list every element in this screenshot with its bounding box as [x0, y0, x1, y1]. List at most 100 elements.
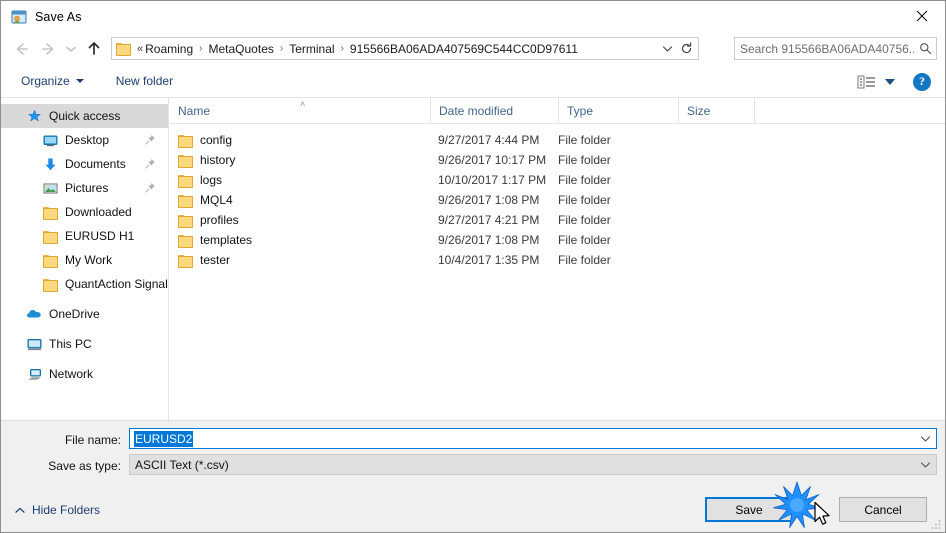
file-name-input[interactable]: EURUSD2: [129, 428, 937, 449]
close-button[interactable]: [899, 1, 945, 31]
file-name-label: profiles: [200, 213, 239, 227]
column-header-date-modified[interactable]: Date modified: [430, 98, 558, 124]
onedrive-cloud-icon: [25, 305, 43, 323]
sidebar-item-onedrive[interactable]: OneDrive: [1, 302, 168, 326]
this-pc-icon: [25, 335, 43, 353]
table-row[interactable]: templates 9/26/2017 1:08 PM File folder: [170, 230, 945, 250]
navigation-pane: Quick access Desktop Documents Pictures …: [1, 98, 169, 420]
save-as-type-select[interactable]: ASCII Text (*.csv): [129, 454, 937, 475]
sidebar-item-label: Network: [49, 367, 94, 381]
file-date-cell: 9/26/2017 1:08 PM: [438, 193, 540, 207]
pin-icon[interactable]: [145, 182, 156, 193]
column-header-type[interactable]: Type: [558, 98, 678, 124]
file-date-cell: 10/4/2017 1:35 PM: [438, 253, 540, 267]
table-row[interactable]: logs 10/10/2017 1:17 PM File folder: [170, 170, 945, 190]
file-name-label: templates: [200, 233, 253, 247]
file-name-cell: MQL4: [178, 193, 233, 208]
view-layout-icon[interactable]: [857, 73, 879, 91]
sidebar-item-downloaded[interactable]: Downloaded: [1, 200, 168, 224]
cancel-button[interactable]: Cancel: [839, 497, 927, 522]
column-header-label: Name: [178, 104, 211, 118]
table-row[interactable]: tester 10/4/2017 1:35 PM File folder: [170, 250, 945, 270]
folder-icon: [41, 227, 59, 245]
table-row[interactable]: profiles 9/27/2017 4:21 PM File folder: [170, 210, 945, 230]
chevron-down-icon[interactable]: [914, 455, 936, 474]
chevron-down-icon[interactable]: [914, 429, 936, 448]
file-name-cell: profiles: [178, 213, 239, 228]
desktop-icon: [41, 131, 59, 149]
folder-icon: [116, 42, 132, 56]
file-type-cell: File folder: [558, 233, 611, 247]
table-row[interactable]: MQL4 9/26/2017 1:08 PM File folder: [170, 190, 945, 210]
file-name-label: logs: [200, 173, 223, 187]
sort-ascending-icon: ˄: [300, 99, 306, 109]
folder-icon: [178, 134, 193, 148]
dialog-footer: Hide Folders Save Cancel: [1, 490, 945, 532]
file-type-cell: File folder: [558, 253, 611, 267]
chevron-up-icon: [15, 503, 25, 517]
sidebar-item-desktop[interactable]: Desktop: [1, 128, 168, 152]
breadcrumb-separator[interactable]: ›: [337, 43, 348, 54]
sidebar-item-my-work[interactable]: My Work: [1, 248, 168, 272]
download-arrow-icon: [41, 155, 59, 173]
file-type-cell: File folder: [558, 213, 611, 227]
sidebar-item-this-pc[interactable]: This PC: [1, 332, 168, 356]
search-icon[interactable]: [914, 42, 936, 55]
file-date-cell: 9/26/2017 10:17 PM: [438, 153, 547, 167]
up-button[interactable]: [81, 36, 107, 62]
file-type-cell: File folder: [558, 153, 611, 167]
table-row[interactable]: config 9/27/2017 4:44 PM File folder: [170, 130, 945, 150]
file-name-label: tester: [200, 253, 231, 267]
recent-locations-button[interactable]: [61, 36, 81, 62]
back-button[interactable]: [9, 36, 35, 62]
help-button[interactable]: ?: [913, 72, 931, 91]
new-folder-button[interactable]: New folder: [108, 71, 181, 91]
search-input[interactable]: Search 915566BA06ADA40756...: [734, 37, 937, 60]
sidebar-item-documents[interactable]: Documents: [1, 152, 168, 176]
sidebar-item-quantaction-signal[interactable]: QuantAction Signal: [1, 272, 168, 296]
forward-button[interactable]: [35, 36, 61, 62]
sidebar-item-network[interactable]: Network: [1, 362, 168, 386]
breadcrumb-metaquotes[interactable]: MetaQuotes: [207, 42, 276, 56]
file-name-label: File name:: [64, 433, 121, 447]
save-button[interactable]: Save: [705, 497, 793, 522]
breadcrumb-terminal-id[interactable]: 915566BA06ADA407569C544CC0D97611: [348, 42, 580, 56]
folder-icon: [178, 174, 193, 188]
folder-icon: [178, 214, 193, 228]
hide-folders-button[interactable]: Hide Folders: [15, 503, 100, 517]
breadcrumb-separator[interactable]: ›: [276, 43, 287, 54]
breadcrumb-overflow[interactable]: «: [135, 43, 143, 55]
pin-icon[interactable]: [145, 158, 156, 169]
column-header-row: Name ˄ Date modified Type Size: [170, 98, 945, 124]
chevron-down-icon[interactable]: [885, 78, 895, 85]
breadcrumb-separator[interactable]: ›: [195, 43, 206, 54]
table-row[interactable]: history 9/26/2017 10:17 PM File folder: [170, 150, 945, 170]
column-header-name[interactable]: Name ˄: [170, 98, 430, 124]
chevron-down-icon[interactable]: [658, 38, 676, 59]
breadcrumb-terminal[interactable]: Terminal: [287, 42, 336, 56]
sidebar-item-label: Quick access: [49, 109, 121, 123]
file-date-cell: 9/27/2017 4:44 PM: [438, 133, 540, 147]
sidebar-item-label: Documents: [65, 157, 126, 171]
chevron-down-icon: [75, 79, 84, 83]
sidebar-item-label: Downloaded: [65, 205, 132, 219]
sidebar-item-quick-access[interactable]: Quick access: [1, 104, 168, 128]
refresh-icon[interactable]: [676, 38, 696, 59]
sidebar-item-eurusd-h1[interactable]: EURUSD H1: [1, 224, 168, 248]
column-header-label: Size: [687, 104, 711, 118]
folder-icon: [178, 234, 193, 248]
sidebar-item-label: Desktop: [65, 133, 110, 147]
file-type-cell: File folder: [558, 173, 611, 187]
resize-grip-icon[interactable]: [930, 518, 942, 530]
column-header-label: Date modified: [439, 104, 514, 118]
organize-button[interactable]: Organize: [13, 71, 92, 91]
star-icon: [25, 107, 43, 125]
column-header-size[interactable]: Size: [678, 98, 754, 124]
column-header-divider: [754, 98, 755, 124]
sidebar-item-pictures[interactable]: Pictures: [1, 176, 168, 200]
pin-icon[interactable]: [145, 134, 156, 145]
file-date-cell: 9/27/2017 4:21 PM: [438, 213, 540, 227]
breadcrumb-roaming[interactable]: Roaming: [143, 42, 195, 56]
address-bar[interactable]: « Roaming › MetaQuotes › Terminal › 9155…: [111, 37, 699, 60]
organize-label: Organize: [21, 74, 70, 88]
